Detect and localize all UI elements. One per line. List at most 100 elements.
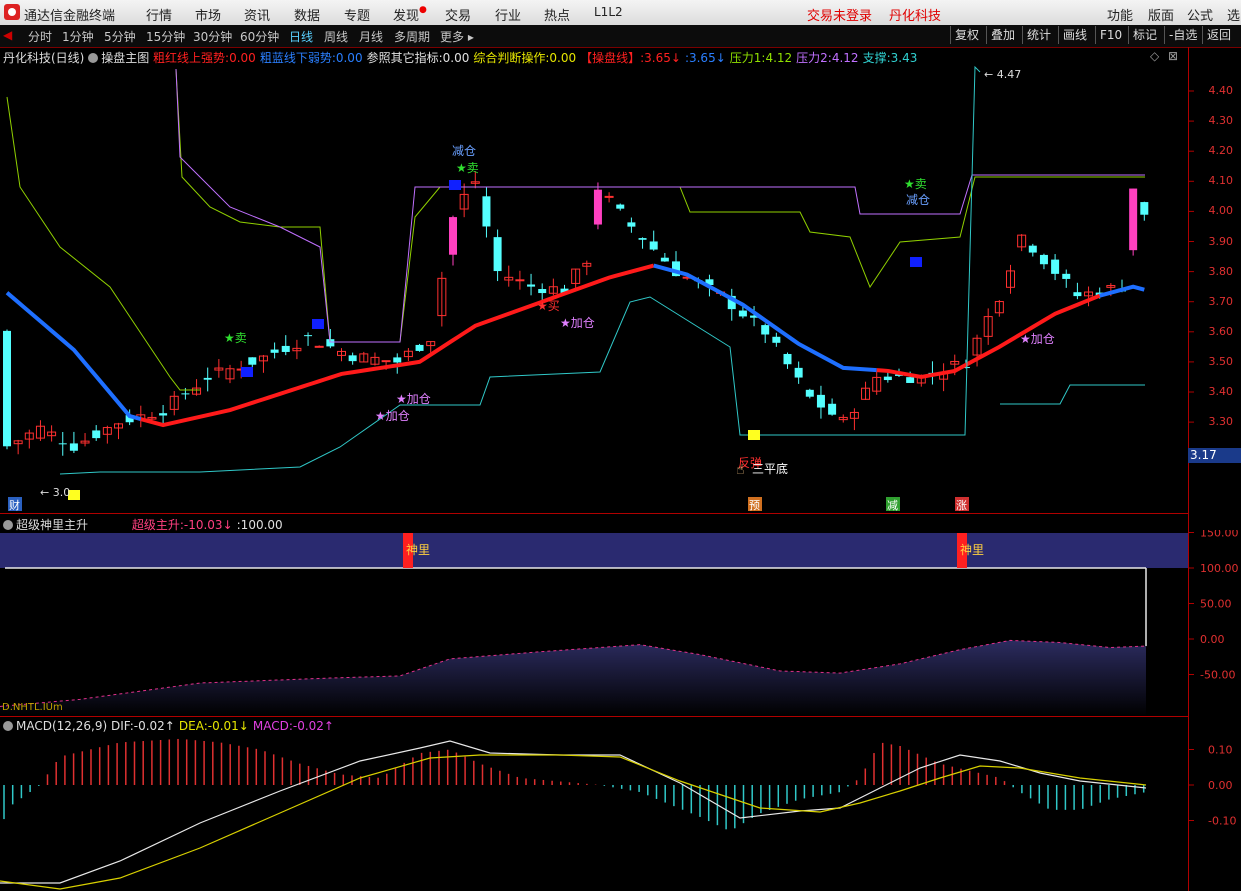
axis-divider	[1188, 47, 1189, 891]
macd-tick-label: 0.10	[1208, 744, 1233, 757]
menu-hot[interactable]: 热点	[544, 5, 570, 24]
period-tab-daily[interactable]: 日线	[289, 28, 313, 45]
menu-function[interactable]: 功能	[1107, 5, 1133, 24]
candle-body	[738, 310, 747, 317]
event-marker-label: 减	[887, 499, 898, 512]
menu-formula[interactable]: 公式	[1187, 5, 1213, 24]
low-price-mark: ← 3.0	[40, 486, 70, 499]
adjust-button[interactable]: 复权	[950, 26, 983, 44]
signal-box	[748, 430, 760, 440]
candle-body	[794, 367, 803, 378]
period-tab-60min[interactable]: 60分钟	[240, 28, 279, 45]
candle-body	[92, 430, 101, 439]
candle-body	[593, 189, 602, 225]
candle-body	[393, 357, 402, 363]
super-rise-indicator-chart[interactable]: 神里 神里 150.00 100.00 50.00 0.00 -50.00 D.NHTL.IU…	[0, 530, 1241, 716]
period-tab-more[interactable]: 更多 ▸	[440, 28, 474, 45]
draw-button[interactable]: 画线	[1058, 26, 1091, 44]
mark-button[interactable]: 标记	[1128, 26, 1161, 44]
panel2-tick-label: -50.00	[1200, 669, 1235, 682]
signal-annotation: ★加仓	[1020, 332, 1055, 346]
price-tick-label: 4.10	[1208, 174, 1234, 188]
stats-button[interactable]: 统计	[1022, 26, 1055, 44]
menu-quotes[interactable]: 行情	[146, 5, 172, 24]
signal-annotation: ★加仓	[396, 392, 431, 406]
candle-body	[805, 389, 814, 397]
panel2-watermark: D.NHTL.IUm	[2, 702, 63, 713]
stock-name: 丹化科技	[889, 9, 942, 24]
signal-bar-label: 神里	[960, 543, 984, 557]
high-price-mark: ← 4.47	[984, 68, 1021, 81]
signal-annotation: ★卖	[904, 177, 927, 191]
panel3-legend-item-2: MACD:-0.02↑	[252, 719, 334, 733]
menu-select[interactable]: 选	[1227, 5, 1240, 24]
candle-body	[314, 345, 324, 348]
dif-line	[0, 740, 1147, 884]
overlay-button[interactable]: 叠加	[986, 26, 1019, 44]
period-tab-multi[interactable]: 多周期	[394, 28, 430, 45]
macd-tick-label: -0.10	[1208, 815, 1236, 828]
candle-body	[616, 204, 625, 209]
menu-discover-label: 发现	[393, 9, 420, 24]
period-tab-1min[interactable]: 1分钟	[62, 28, 94, 45]
menu-topics[interactable]: 专题	[344, 5, 370, 24]
candle-body	[203, 377, 212, 380]
menu-discover[interactable]: 发现●	[393, 5, 427, 24]
menu-industry[interactable]: 行业	[495, 5, 521, 24]
signal-annotation: ★买	[537, 299, 560, 313]
login-status[interactable]: 交易未登录	[807, 5, 872, 24]
menu-data[interactable]: 数据	[294, 5, 320, 24]
panel2-toggle-icon[interactable]	[3, 520, 13, 530]
candle-body	[649, 241, 658, 250]
candle-body	[1051, 259, 1060, 274]
menu-l1l2[interactable]: L1L2	[594, 5, 623, 19]
panel3-toggle-icon[interactable]	[3, 721, 13, 731]
menu-trade[interactable]: 交易	[445, 5, 471, 24]
candle-body	[1073, 292, 1082, 297]
upper-zone	[0, 533, 1188, 568]
period-tab-15min[interactable]: 15分钟	[146, 28, 185, 45]
candle-body	[482, 196, 491, 227]
menu-news[interactable]: 资讯	[244, 5, 270, 24]
super-rise-area	[0, 640, 1146, 716]
f10-button[interactable]: F10	[1095, 26, 1126, 44]
period-tab-5min[interactable]: 5分钟	[104, 28, 136, 45]
candle-body	[270, 349, 279, 353]
back-button[interactable]: 返回	[1202, 26, 1235, 44]
signal-annotation: ★加仓	[375, 409, 410, 423]
price-tick-label: 4.00	[1208, 204, 1234, 218]
chevron-down-icon: ▸	[467, 30, 474, 44]
new-dot-icon: ●	[419, 5, 427, 15]
panel3-legend-items: DIF:-0.02↑ DEA:-0.01↓ MACD:-0.02↑	[111, 719, 338, 733]
app-name: 通达信金融终端	[24, 9, 116, 24]
panel3-title: MACD(12,26,9)	[16, 719, 108, 733]
signal-box	[910, 257, 922, 267]
candle-body	[58, 443, 67, 445]
candlestick-chart[interactable]: 减仓★卖★卖★卖减仓★买★加仓★加仓★加仓★加仓反弹三平底← 4.47← 3.0…	[0, 47, 1241, 513]
menu-market[interactable]: 市场	[195, 5, 221, 24]
event-marker-label: 预	[749, 499, 760, 512]
toolbar-toggle-icon[interactable]: ◀	[3, 28, 12, 42]
period-tab-weekly[interactable]: 周线	[324, 28, 348, 45]
panel2-tick-label: 150.00	[1200, 530, 1239, 540]
panel-divider	[0, 513, 1188, 514]
signal-bar-label: 神里	[406, 543, 430, 557]
signal-box	[449, 180, 461, 190]
candle-body	[761, 325, 770, 335]
menu-layout[interactable]: 版面	[1148, 5, 1174, 24]
watchlist-button[interactable]: -自选	[1164, 26, 1201, 44]
current-price-label: 3.17	[1188, 448, 1241, 463]
event-marker-label: 涨	[956, 499, 967, 512]
macd-tick-label: 0.00	[1208, 779, 1233, 792]
macd-chart[interactable]: 0.10 0.00 -0.10	[0, 733, 1241, 891]
candle-body	[538, 289, 547, 294]
period-tab-monthly[interactable]: 月线	[359, 28, 383, 45]
title-bar: 通达信金融终端 行情 市场 资讯 数据 专题 发现● 交易 行业 热点 L1L2…	[0, 0, 1241, 26]
candle-body	[660, 257, 669, 262]
candle-body	[906, 377, 915, 383]
candle-body	[69, 443, 78, 451]
candle-body	[281, 345, 290, 352]
period-tab-timeshare[interactable]: 分时	[28, 28, 52, 45]
period-tab-30min[interactable]: 30分钟	[193, 28, 232, 45]
pressure1-line	[6, 96, 200, 391]
